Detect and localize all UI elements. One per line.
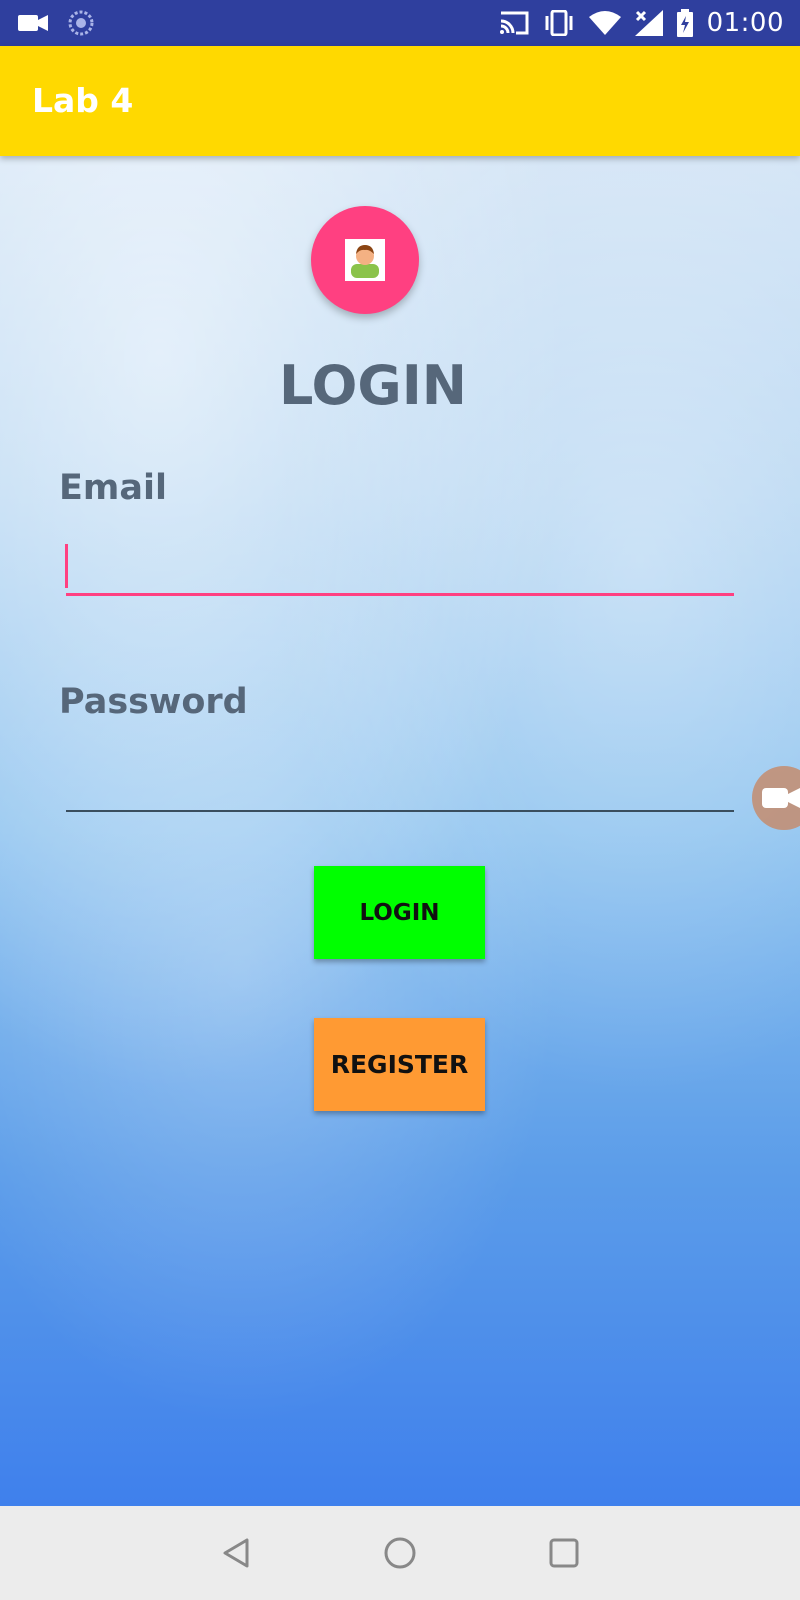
wifi-icon — [588, 11, 621, 35]
login-button[interactable]: LOGIN — [314, 866, 485, 959]
password-field[interactable] — [66, 746, 734, 802]
app-bar: Lab 4 — [0, 46, 800, 156]
text-cursor — [65, 544, 68, 588]
app-screen: 01:00 Lab 4 LOGIN Email Password LOGIN R… — [0, 0, 800, 1600]
sync-icon — [68, 10, 94, 36]
email-underline — [66, 593, 734, 596]
cellular-signal-icon — [634, 10, 663, 36]
person-icon — [345, 239, 385, 281]
email-label: Email — [59, 468, 167, 508]
video-camera-icon — [762, 788, 800, 808]
email-field[interactable] — [66, 532, 734, 588]
status-bar: 01:00 — [0, 0, 800, 46]
floating-recorder-button[interactable] — [752, 766, 800, 830]
nav-back-button[interactable] — [196, 1506, 276, 1600]
password-label: Password — [59, 682, 248, 722]
recents-icon — [549, 1538, 579, 1568]
home-icon — [384, 1537, 416, 1569]
password-underline — [66, 810, 734, 812]
register-button[interactable]: REGISTER — [314, 1018, 485, 1111]
page-title: LOGIN — [279, 354, 467, 417]
avatar-button[interactable] — [311, 206, 419, 314]
video-camera-icon — [18, 15, 48, 31]
app-title: Lab 4 — [32, 81, 134, 120]
cast-icon — [499, 11, 529, 35]
nav-recents-button[interactable] — [524, 1506, 604, 1600]
vibrate-icon — [545, 10, 573, 36]
login-content: LOGIN Email Password LOGIN REGISTER — [0, 156, 800, 1506]
nav-home-button[interactable] — [360, 1506, 440, 1600]
status-time: 01:00 — [706, 8, 784, 38]
back-icon — [223, 1538, 249, 1568]
battery-charging-icon — [676, 9, 693, 37]
navigation-bar — [0, 1506, 800, 1600]
